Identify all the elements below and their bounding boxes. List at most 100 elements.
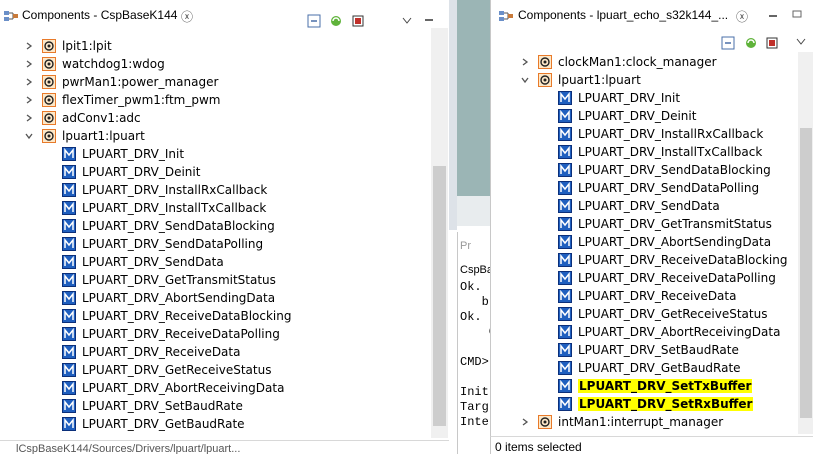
tree-item-component[interactable]: pwrMan1:power_manager — [0, 73, 430, 91]
chevron-right-icon[interactable] — [520, 57, 530, 67]
tree-item-method[interactable]: LPUART_DRV_ReceiveDataBlocking — [491, 251, 797, 269]
tree-item-component[interactable]: lpit1:lpit — [0, 37, 430, 55]
filter-icon[interactable] — [765, 36, 779, 50]
maximize-icon[interactable] — [792, 10, 802, 18]
console-line: b — [460, 295, 489, 309]
tree-item-method[interactable]: LPUART_DRV_AbortReceivingData — [491, 323, 797, 341]
console-line: Inte — [460, 415, 489, 429]
tree-item-method[interactable]: LPUART_DRV_Init — [0, 145, 430, 163]
method-icon — [558, 235, 572, 249]
tree-item-label: intMan1:interrupt_manager — [558, 415, 724, 429]
chevron-right-icon[interactable] — [24, 41, 34, 51]
component-tree: lpit1:lpit watchdog1:wdog pwrMan1:power_ma… — [0, 37, 430, 437]
chevron-down-icon[interactable] — [24, 131, 34, 141]
tree-item-method[interactable]: LPUART_DRV_ReceiveData — [491, 287, 797, 305]
minimize-icon[interactable] — [424, 16, 434, 24]
tree-item-method[interactable]: LPUART_DRV_GetReceiveStatus — [0, 361, 430, 379]
tree-item-label: lpuart1:lpuart — [62, 129, 145, 143]
tree-item-method[interactable]: LPUART_DRV_InstallTxCallback — [0, 199, 430, 217]
tree-item-method[interactable]: LPUART_DRV_Deinit — [491, 107, 797, 125]
tree-item-method[interactable]: LPUART_DRV_GetTransmitStatus — [0, 271, 430, 289]
console-tab[interactable]: CspBa — [460, 264, 493, 276]
scrollbar-thumb[interactable] — [800, 128, 812, 418]
tree-item-method[interactable]: LPUART_DRV_SendData — [0, 253, 430, 271]
view-title: Components - lpuart_echo_s32k144_... — [518, 8, 729, 22]
tree-item-method[interactable]: LPUART_DRV_GetBaudRate — [491, 359, 797, 377]
tree-item-method[interactable]: LPUART_DRV_GetTransmitStatus — [491, 215, 797, 233]
tree-item-label: LPUART_DRV_SendData — [578, 199, 720, 213]
chevron-right-icon[interactable] — [24, 95, 34, 105]
method-icon — [62, 345, 76, 359]
editor-strip — [449, 0, 457, 230]
tree-item-method[interactable]: LPUART_DRV_InstallRxCallback — [491, 125, 797, 143]
collapse-all-icon[interactable] — [721, 36, 735, 50]
tree-item-method[interactable]: LPUART_DRV_InstallTxCallback — [491, 143, 797, 161]
tree-item-method[interactable]: LPUART_DRV_SetTxBuffer — [491, 377, 797, 395]
tree-item-method[interactable]: LPUART_DRV_AbortSendingData — [491, 233, 797, 251]
chevron-right-icon[interactable] — [24, 59, 34, 69]
component-icon — [538, 73, 552, 87]
tree-item-label: LPUART_DRV_SetBaudRate — [82, 399, 243, 413]
tree-item-component[interactable]: lpuart1:lpuart — [491, 71, 797, 89]
tree-item-label: LPUART_DRV_SendDataBlocking — [82, 219, 275, 233]
method-icon — [558, 181, 572, 195]
method-icon — [62, 201, 76, 215]
tree-item-method[interactable]: LPUART_DRV_InstallRxCallback — [0, 181, 430, 199]
tree-item-method[interactable]: LPUART_DRV_ReceiveData — [0, 343, 430, 361]
tree-item-method[interactable]: LPUART_DRV_AbortReceivingData — [0, 379, 430, 397]
tree-item-component[interactable]: flexTimer_pwm1:ftm_pwm — [0, 91, 430, 109]
tree-item-method[interactable]: LPUART_DRV_ReceiveDataPolling — [491, 269, 797, 287]
tree-item-component[interactable]: clockMan1:clock_manager — [491, 53, 797, 71]
tree-item-label: LPUART_DRV_ReceiveDataBlocking — [578, 253, 788, 267]
method-icon — [62, 381, 76, 395]
refresh-icon[interactable] — [744, 36, 758, 50]
method-icon — [62, 147, 76, 161]
tree-item-method[interactable]: LPUART_DRV_SetBaudRate — [491, 341, 797, 359]
view-tab-right[interactable]: Components - lpuart_echo_s32k144_... ⓧ — [491, 0, 813, 26]
tree-item-method[interactable]: LPUART_DRV_AbortSendingData — [0, 289, 430, 307]
view-menu-icon[interactable] — [402, 17, 412, 25]
editor-area-lower — [457, 196, 490, 226]
tree-item-method[interactable]: LPUART_DRV_SetRxBuffer — [491, 395, 797, 413]
tree-item-method[interactable]: LPUART_DRV_GetBaudRate — [0, 415, 430, 433]
tree-item-component[interactable]: adConv1:adc — [0, 109, 430, 127]
tree-item-method[interactable]: LPUART_DRV_SendDataPolling — [0, 235, 430, 253]
tree-item-component[interactable]: watchdog1:wdog — [0, 55, 430, 73]
scrollbar-thumb[interactable] — [433, 166, 446, 426]
tree-item-method[interactable]: LPUART_DRV_Init — [491, 89, 797, 107]
tree-item-method[interactable]: LPUART_DRV_SetBaudRate — [0, 397, 430, 415]
tree-item-method[interactable]: LPUART_DRV_Deinit — [0, 163, 430, 181]
chevron-right-icon[interactable] — [24, 113, 34, 123]
components-view-left: Components - CspBaseK144 ⓧ lpit1:lpit wat… — [0, 0, 449, 440]
close-icon[interactable]: ⓧ — [181, 8, 193, 25]
filter-icon[interactable] — [351, 14, 365, 28]
components-icon — [499, 11, 513, 21]
tree-item-method[interactable]: LPUART_DRV_SendData — [491, 197, 797, 215]
tree-item-method[interactable]: LPUART_DRV_SendDataBlocking — [491, 161, 797, 179]
view-menu-icon[interactable] — [796, 38, 806, 46]
close-icon[interactable]: ⓧ — [736, 8, 748, 25]
chevron-right-icon[interactable] — [520, 417, 530, 427]
chevron-right-icon[interactable] — [24, 77, 34, 87]
vertical-scrollbar[interactable] — [798, 52, 813, 434]
vertical-scrollbar[interactable] — [431, 28, 448, 438]
tree-item-method[interactable]: LPUART_DRV_SendDataPolling — [491, 179, 797, 197]
tree-item-component[interactable]: lpuart1:lpuart — [0, 127, 430, 145]
component-icon — [42, 39, 56, 53]
tree-item-method[interactable]: LPUART_DRV_ReceiveDataBlocking — [0, 307, 430, 325]
tree-item-component[interactable]: intMan1:interrupt_manager — [491, 413, 797, 431]
status-bar-left: lCspBaseK144/Sources/Drivers/lpuart/lpua… — [0, 440, 449, 454]
tree-item-label: LPUART_DRV_GetTransmitStatus — [82, 273, 276, 287]
problems-tab[interactable]: Pr — [460, 240, 471, 252]
method-icon — [558, 289, 572, 303]
refresh-icon[interactable] — [329, 14, 343, 28]
collapse-all-icon[interactable] — [307, 14, 321, 28]
tree-item-method[interactable]: LPUART_DRV_GetReceiveStatus — [491, 305, 797, 323]
tree-item-method[interactable]: LPUART_DRV_ReceiveDataPolling — [0, 325, 430, 343]
view-tab-left[interactable]: Components - CspBaseK144 ⓧ — [0, 0, 449, 28]
tree-item-method[interactable]: LPUART_DRV_SendDataBlocking — [0, 217, 430, 235]
minimize-icon[interactable] — [768, 12, 778, 20]
method-icon — [62, 219, 76, 233]
tree-item-label: LPUART_DRV_ReceiveDataBlocking — [82, 309, 292, 323]
chevron-down-icon[interactable] — [520, 75, 530, 85]
